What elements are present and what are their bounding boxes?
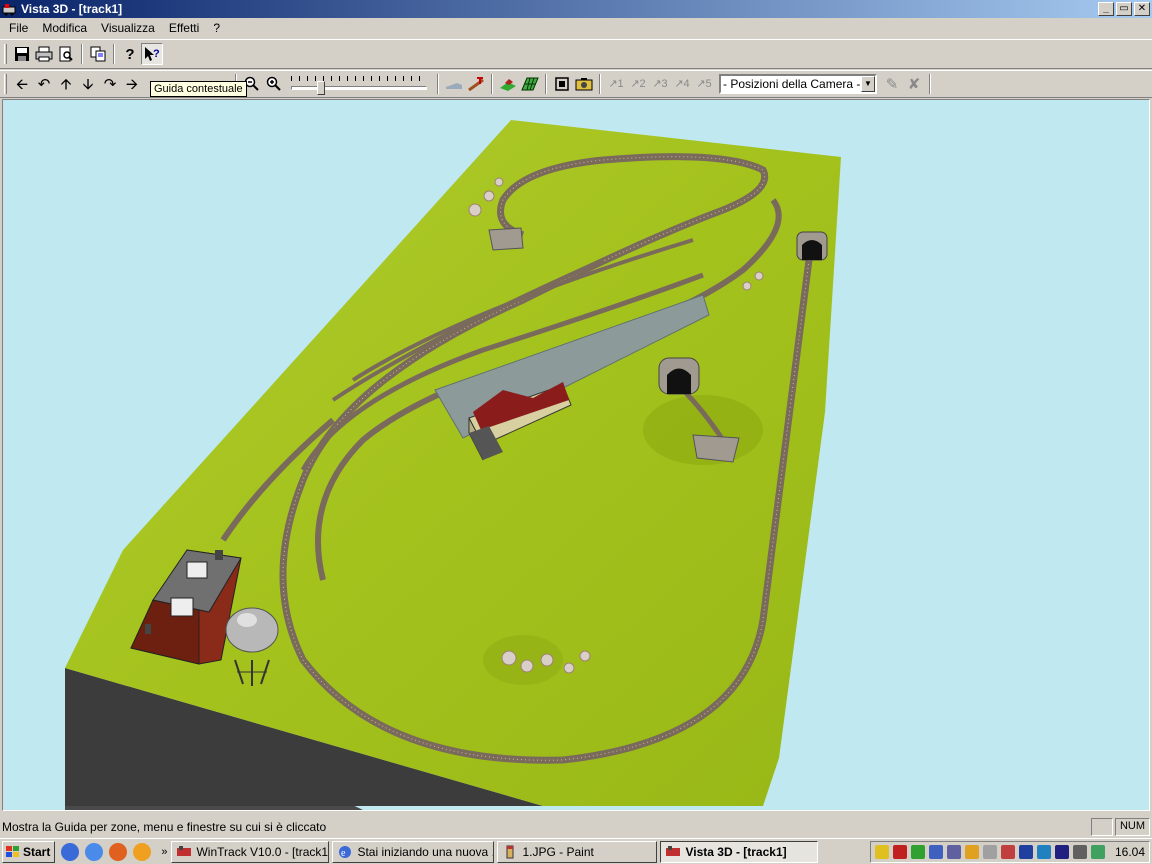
menu-help[interactable]: ? (206, 21, 227, 35)
zoom-in-icon[interactable] (263, 73, 285, 95)
acrobat-icon[interactable] (892, 844, 907, 859)
system-tray: 16.04 (869, 840, 1150, 863)
print-icon[interactable] (33, 43, 55, 65)
arrow-down-icon[interactable]: 🡫 (77, 73, 99, 95)
context-help-icon[interactable]: ? (141, 43, 163, 65)
rotate-left-icon[interactable]: ↶ (33, 73, 55, 95)
wintrack-icon (177, 845, 192, 856)
outlook-icon[interactable] (85, 842, 104, 861)
num-lock-indicator: NUM (1114, 818, 1150, 836)
menu-bar: File Modifica Visualizza Effetti ? (0, 18, 1152, 38)
status-pane-blank (1090, 818, 1113, 836)
quick-launch-chevron[interactable]: » (161, 846, 167, 858)
menu-modifica[interactable]: Modifica (35, 21, 94, 35)
print-preview-icon[interactable] (55, 43, 77, 65)
arrow-up-icon[interactable]: 🡩 (55, 73, 77, 95)
menu-effetti[interactable]: Effetti (162, 21, 206, 35)
chevron-down-icon[interactable]: ▼ (861, 76, 875, 92)
media-player-icon[interactable] (133, 842, 152, 861)
rotate-right-icon[interactable]: ↷ (99, 73, 121, 95)
3d-viewport[interactable] (2, 99, 1150, 811)
shield-icon[interactable] (874, 844, 889, 859)
close-button[interactable]: ✕ (1134, 2, 1150, 16)
toolbar-grip-2[interactable] (4, 74, 7, 94)
tunnel-portal-right (796, 231, 828, 261)
firefox-icon[interactable] (109, 842, 128, 861)
task-paint[interactable]: 1.JPG - Paint (497, 840, 658, 863)
task-wintrack[interactable]: WinTrack V10.0 - [track1] (171, 840, 330, 863)
camera-5-icon[interactable]: ↗ 5 (693, 73, 715, 95)
camera-icon[interactable] (573, 73, 595, 95)
camera-4-icon[interactable]: ↗ 4 (671, 73, 693, 95)
start-button[interactable]: Start (2, 840, 56, 863)
tray-app-icon-3[interactable] (946, 844, 961, 859)
copy-icon[interactable] (87, 43, 109, 65)
camera-3-icon[interactable]: ↗ 3 (649, 73, 671, 95)
tray-app-icon-2[interactable] (928, 844, 943, 859)
toolbar-grip[interactable] (4, 44, 7, 64)
paint-icon (506, 845, 514, 858)
tray-app-icon-7[interactable] (1054, 844, 1069, 859)
camera-1-icon[interactable]: ↗ 1 (605, 73, 627, 95)
station-icon[interactable] (497, 73, 519, 95)
track-edit-icon[interactable] (465, 73, 487, 95)
title-bar: Vista 3D - [track1] _ ▭ ✕ (0, 0, 1152, 18)
tray-app-icon-9[interactable] (1090, 844, 1105, 859)
3d-scene[interactable] (3, 100, 1149, 810)
camera-positions-select[interactable]: - Posizioni della Camera - ▼ (719, 74, 877, 94)
main-toolbar: ? ? (0, 39, 1152, 69)
delete-camera-icon[interactable]: ✘ (903, 73, 925, 95)
vista3d-task-icon (666, 845, 681, 856)
tooltip: Guida contestuale (150, 81, 247, 97)
fit-view-icon[interactable] (551, 73, 573, 95)
arrow-right-icon[interactable]: 🡪 (121, 73, 143, 95)
taskbar: Start » WinTrack V10.0 - [track1] e Stai… (0, 838, 1152, 864)
menu-visualizza[interactable]: Visualizza (94, 21, 162, 35)
grid-icon[interactable] (519, 73, 541, 95)
save-icon[interactable] (11, 43, 33, 65)
network-icon[interactable] (1018, 844, 1033, 859)
tray-app-icon-6[interactable] (1036, 844, 1051, 859)
svg-text:e: e (341, 848, 346, 859)
task-vista3d[interactable]: Vista 3D - [track1] (660, 840, 819, 863)
restore-button[interactable]: ▭ (1116, 2, 1132, 16)
tray-app-icon-8[interactable] (1072, 844, 1087, 859)
status-bar: Mostra la Guida per zone, menu e finestr… (0, 816, 1152, 838)
internet-explorer-task-icon: e (339, 845, 352, 859)
add-camera-icon[interactable]: ✎ (881, 73, 903, 95)
clock: 16.04 (1114, 844, 1145, 859)
internet-explorer-icon[interactable] (61, 842, 80, 861)
camera-positions-value: - Posizioni della Camera - (723, 77, 861, 91)
windows-logo-icon (6, 845, 19, 857)
tray-app-icon-4[interactable] (982, 844, 997, 859)
arrow-left-icon[interactable]: 🡨 (11, 73, 33, 95)
start-label: Start (23, 844, 51, 859)
svg-text:?: ? (153, 48, 160, 60)
status-text: Mostra la Guida per zone, menu e finestr… (2, 820, 327, 834)
tray-app-icon-5[interactable] (1000, 844, 1015, 859)
camera-2-icon[interactable]: ↗ 2 (627, 73, 649, 95)
volume-icon[interactable] (964, 844, 979, 859)
tunnel-portal-center (658, 357, 700, 395)
zoom-slider[interactable] (291, 73, 427, 95)
help-icon[interactable]: ? (119, 43, 141, 65)
terrain-icon[interactable] (443, 73, 465, 95)
app-icon (2, 4, 16, 16)
zoom-slider-thumb[interactable] (317, 81, 325, 95)
window-title: Vista 3D - [track1] (21, 2, 123, 16)
quick-launch (61, 842, 157, 861)
menu-file[interactable]: File (2, 21, 35, 35)
minimize-button[interactable]: _ (1098, 2, 1114, 16)
tray-app-icon-1[interactable] (910, 844, 925, 859)
task-browser[interactable]: e Stai iniziando una nuova ... (332, 840, 495, 863)
